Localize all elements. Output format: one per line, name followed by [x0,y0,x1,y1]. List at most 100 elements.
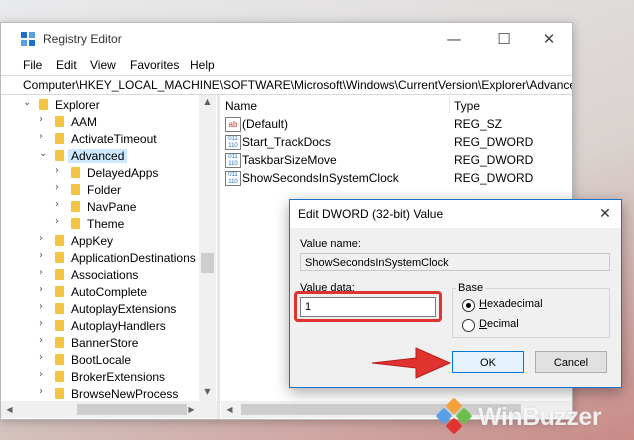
value-name: TaskbarSizeMove [242,153,337,167]
tree-item-label: ActivateTimeout [71,132,157,146]
decimal-option[interactable]: Decimal [462,318,602,334]
tree-item[interactable]: › AutoplayHandlers [1,317,201,334]
tree-item-label: BrowseNewProcess [71,387,179,401]
tree-item-label: BootLocale [71,353,132,367]
list-item[interactable]: 011 110 ShowSecondsInSystemClock REG_DWORD [221,169,572,187]
value-name-field: ShowSecondsInSystemClock [300,253,610,271]
ok-button[interactable]: OK [452,351,524,373]
tree-item[interactable]: › ActivateTimeout [1,130,201,147]
menu-file[interactable]: File [23,58,42,72]
menu-help[interactable]: Help [190,58,215,72]
folder-icon [55,286,64,297]
chevron-right-icon[interactable]: › [55,199,59,210]
chevron-right-icon[interactable]: › [39,284,43,295]
scroll-up-icon[interactable]: ▲ [199,97,216,106]
chevron-right-icon[interactable]: › [39,301,43,312]
tree-item[interactable]: › DelayedApps [1,164,201,181]
tree-horizontal-scrollbar[interactable]: ◀ ▶ [1,401,217,418]
tree-item[interactable]: › AppKey [1,232,201,249]
scroll-right-icon[interactable]: ▶ [183,405,200,414]
string-value-icon: ab [225,117,241,132]
minimize-button[interactable]: — [431,29,477,49]
tree-item[interactable]: › BrokerExtensions [1,368,201,385]
scroll-left-icon[interactable]: ◀ [1,405,18,414]
tree-item[interactable]: › Folder [1,181,201,198]
pane-splitter[interactable] [217,95,220,419]
list-item[interactable]: 011 110 TaskbarSizeMove REG_DWORD [221,151,572,169]
column-name[interactable]: Name [225,99,257,113]
chevron-right-icon[interactable]: › [55,216,59,227]
tree-item[interactable]: › BootLocale [1,351,201,368]
list-item[interactable]: ab (Default) REG_SZ [221,115,572,133]
chevron-right-icon[interactable]: › [55,165,59,176]
chevron-right-icon[interactable]: › [39,369,43,380]
folder-icon [39,99,48,110]
scroll-left-icon[interactable]: ◀ [221,405,238,414]
chevron-right-icon[interactable]: › [55,182,59,193]
tree-item[interactable]: › BrowseNewProcess [1,385,201,402]
tree-hscroll-thumb[interactable] [77,404,187,415]
column-type[interactable]: Type [454,99,480,113]
chevron-right-icon[interactable]: › [39,318,43,329]
chevron-right-icon[interactable]: › [39,250,43,261]
binary-value-icon: 011 110 [225,135,241,150]
close-button[interactable]: ✕ [526,29,572,49]
tree-item[interactable]: › NavPane [1,198,201,215]
chevron-right-icon[interactable]: › [39,352,43,363]
tree-item[interactable]: › AAM [1,113,201,130]
chevron-down-icon[interactable]: ⌄ [23,97,31,108]
maximize-button[interactable]: ☐ [481,29,527,49]
cancel-button[interactable]: Cancel [535,351,607,373]
key-tree: ⌄ Explorer › AAM › ActivateTimeout ⌄ Advanced › D… [1,95,217,419]
tree-item[interactable]: › Associations [1,266,201,283]
tree-item[interactable]: ⌄ Advanced [1,147,201,164]
title-bar: Registry Editor — ☐ ✕ [1,23,572,55]
value-type: REG_DWORD [454,171,534,185]
value-type: REG_DWORD [454,135,534,149]
chevron-right-icon[interactable]: › [39,335,43,346]
value-name-label: Value name: [300,238,361,250]
chevron-right-icon[interactable]: › [39,386,43,397]
address-bar[interactable]: Computer\HKEY_LOCAL_MACHINE\SOFTWARE\Mic… [1,75,572,95]
chevron-right-icon[interactable]: › [39,131,43,142]
chevron-right-icon[interactable]: › [39,233,43,244]
tree-item-label: BannerStore [71,336,139,350]
tree-item[interactable]: › BannerStore [1,334,201,351]
chevron-right-icon[interactable]: › [39,114,43,125]
scroll-down-icon[interactable]: ▼ [199,387,216,396]
dialog-close-button[interactable]: ✕ [595,204,615,224]
tree-item[interactable]: › ApplicationDestinations [1,249,201,266]
address-path[interactable]: Computer\HKEY_LOCAL_MACHINE\SOFTWARE\Mic… [23,78,572,92]
decimal-label: Decimal [479,318,519,330]
tree-item-label: Advanced [68,149,128,163]
tree-scroll-thumb[interactable] [201,253,214,273]
value-type: REG_DWORD [454,153,534,167]
chevron-right-icon[interactable]: › [39,267,43,278]
tree-item[interactable]: › AutoComplete [1,283,201,300]
tree-item-label: AutoplayHandlers [71,319,166,333]
tree-item[interactable]: › AutoplayExtensions [1,300,201,317]
column-divider[interactable] [449,97,450,113]
tree-item[interactable]: ⌄ Explorer [1,96,201,113]
folder-icon [55,354,64,365]
menu-favorites[interactable]: Favorites [130,58,179,72]
hexadecimal-option[interactable]: Hexadecimal [462,298,602,314]
dialog-title-bar: Edit DWORD (32-bit) Value ✕ [290,200,621,228]
registry-editor-icon [21,32,36,47]
value-name: ShowSecondsInSystemClock [242,171,399,185]
folder-icon [71,201,80,212]
watermark-text: WinBuzzer [478,403,602,431]
tree-item-label: Folder [87,183,122,197]
folder-icon [55,337,64,348]
value-data-input[interactable] [300,297,436,317]
folder-icon [71,167,80,178]
radio-hexadecimal[interactable] [462,299,475,312]
list-item[interactable]: 011 110 Start_TrackDocs REG_DWORD [221,133,572,151]
radio-decimal[interactable] [462,319,475,332]
menu-view[interactable]: View [90,58,116,72]
menu-edit[interactable]: Edit [56,58,77,72]
chevron-down-icon[interactable]: ⌄ [39,148,47,159]
tree-item[interactable]: › Theme [1,215,201,232]
tree-vertical-scrollbar[interactable]: ▲ ▼ [199,95,216,401]
base-label: Base [456,282,486,294]
